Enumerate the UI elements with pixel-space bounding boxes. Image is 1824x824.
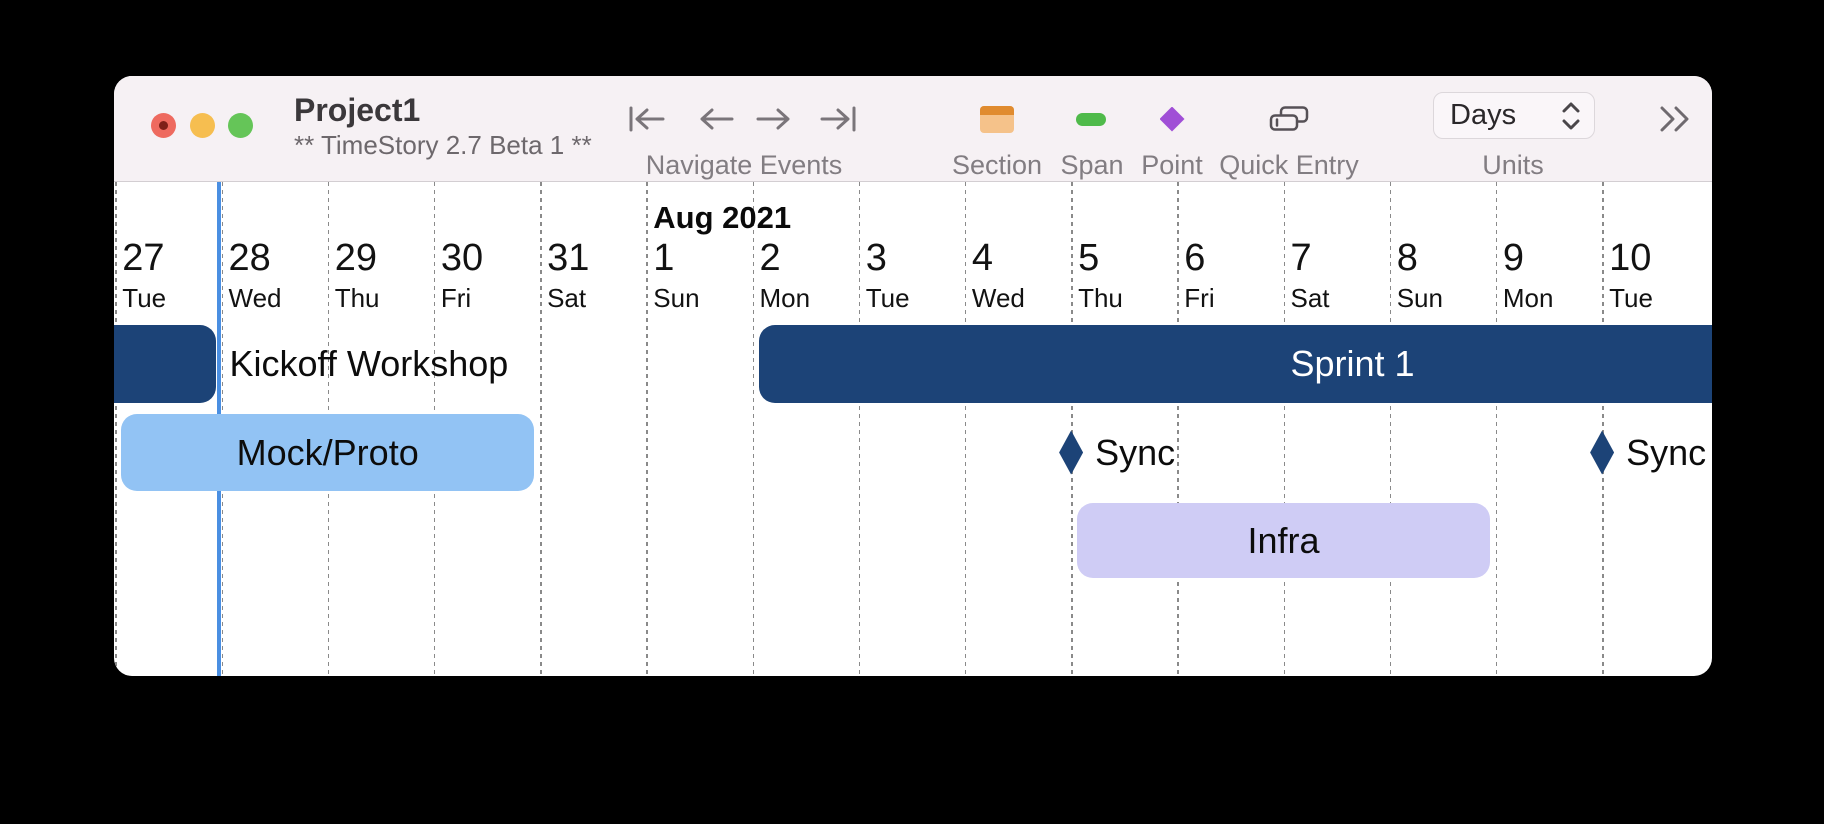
event-bar-label: Kickoff Workshop [229, 343, 509, 384]
day-weekday-label: Fri [440, 283, 472, 313]
event-bar[interactable]: Infra [1077, 503, 1490, 578]
day-weekday-label: Thu [334, 283, 380, 313]
day-weekday-label: Tue [865, 283, 910, 313]
app-window: Project1 ** TimeStory 2.7 Beta 1 ** Navi… [114, 76, 1712, 676]
event-bar-label: Infra [1247, 519, 1320, 561]
day-gridline [1495, 182, 1498, 676]
day-number-label: 3 [865, 237, 887, 279]
day-weekday-label: Sun [1396, 283, 1443, 313]
month-label: Aug 2021 [653, 200, 792, 235]
day-number-label: 30 [440, 237, 484, 279]
day-gridline [540, 182, 542, 676]
day-number-label: 1 [653, 237, 675, 279]
day-number-label: 6 [1184, 237, 1206, 279]
day-weekday-label: Tue [122, 283, 167, 313]
day-number-label: 8 [1396, 237, 1418, 279]
day-gridline [1283, 182, 1285, 676]
event-bar-label: Mock/Proto [236, 431, 419, 473]
day-gridline [858, 182, 861, 676]
day-number-label: 10 [1609, 237, 1652, 279]
day-gridline [752, 182, 754, 676]
timeline-canvas[interactable]: 27 Tue 28 Wed 29 Thu 30 Fri 31 Sat 1 Sun 2 Mon 3 Tue 4 We… [114, 76, 1712, 676]
day-gridline [964, 182, 967, 676]
day-gridline [1071, 182, 1073, 676]
day-number-label: 4 [971, 237, 994, 279]
event-bar[interactable]: Sprint 1 [758, 325, 1712, 403]
day-gridline [1389, 182, 1392, 676]
event-point-label: Sync [1626, 431, 1707, 473]
event-bar-label: Sprint 1 [1290, 343, 1415, 384]
event-point-diamond[interactable] [1590, 430, 1615, 475]
day-number-label: 2 [759, 237, 781, 279]
day-weekday-label: Sun [653, 283, 700, 313]
day-number-label: 9 [1502, 237, 1525, 279]
day-gridline [1602, 182, 1604, 676]
day-weekday-label: Tue [1609, 283, 1653, 313]
day-weekday-label: Mon [1502, 283, 1554, 313]
day-number-label: 31 [547, 237, 590, 279]
event-point-label: Sync [1095, 431, 1176, 473]
day-gridline [646, 182, 648, 676]
event-bar[interactable] [114, 325, 216, 403]
day-number-label: 5 [1078, 237, 1100, 279]
day-number-label: 27 [122, 237, 165, 279]
day-weekday-label: Fri [1184, 283, 1215, 313]
day-weekday-label: Wed [228, 283, 282, 313]
day-gridline [115, 182, 117, 676]
day-weekday-label: Thu [1078, 283, 1123, 313]
day-number-label: 28 [228, 237, 271, 279]
day-number-label: 29 [334, 237, 377, 279]
day-weekday-label: Sat [1290, 283, 1330, 313]
day-weekday-label: Wed [971, 283, 1025, 313]
day-weekday-label: Sat [547, 283, 587, 313]
day-number-label: 7 [1290, 237, 1312, 279]
day-gridline [1177, 182, 1179, 676]
event-point-diamond[interactable] [1059, 430, 1084, 475]
event-bar[interactable]: Mock/Proto [121, 414, 535, 491]
day-weekday-label: Mon [759, 283, 811, 313]
